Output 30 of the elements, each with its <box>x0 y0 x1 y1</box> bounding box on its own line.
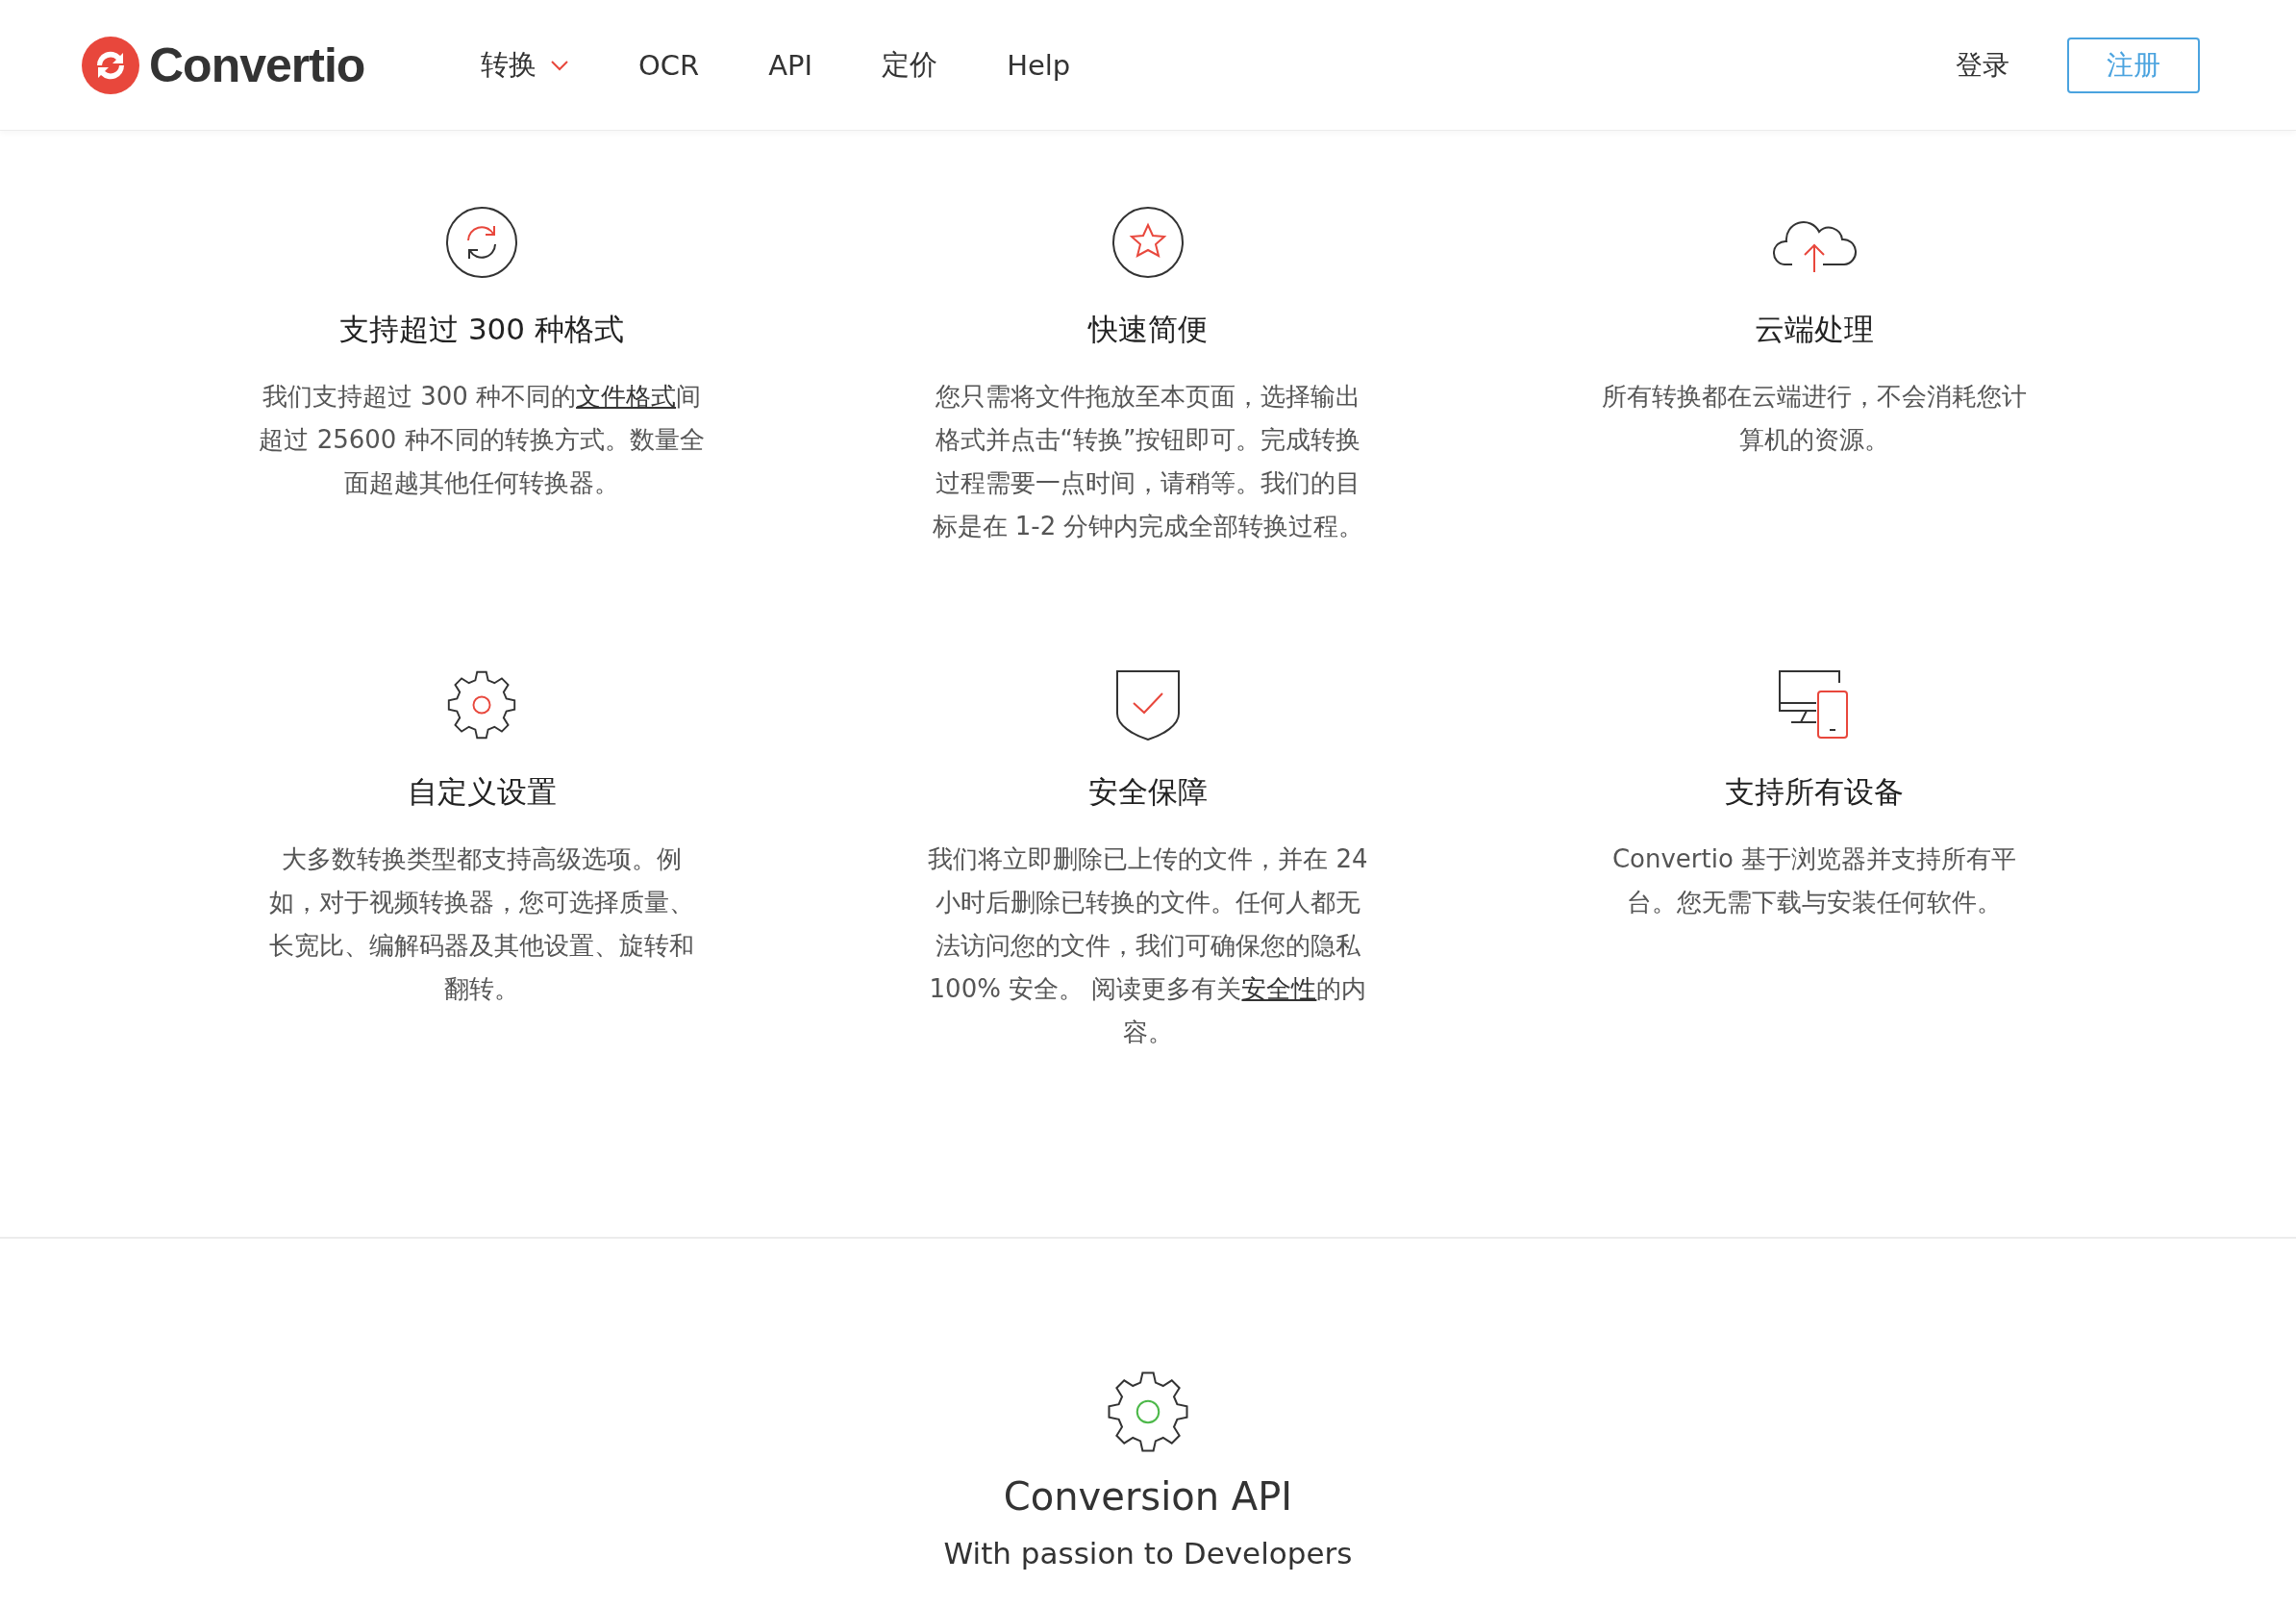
text-link[interactable]: 安全性 <box>1241 974 1317 1003</box>
text-link[interactable]: 文件格式 <box>576 382 677 411</box>
feature-title: 支持超过 300 种格式 <box>339 311 624 348</box>
nav-link[interactable]: Help <box>1007 48 1071 82</box>
logo-text[interactable]: Convertio <box>149 37 365 93</box>
nav-link[interactable]: 定价 <box>882 45 938 85</box>
feature-description: 我们支持超过 300 种不同的文件格式间超过 25600 种不同的转换方式。数量全面超越其他任何转换器。 <box>258 381 706 499</box>
gear-icon <box>1105 1369 1191 1455</box>
feature-title: 云端处理 <box>1755 311 1874 348</box>
shield-check-icon <box>1114 668 1182 741</box>
nav-link[interactable]: API <box>768 48 813 82</box>
section-subtitle: With passion to Developers <box>943 1536 1353 1570</box>
login-link[interactable]: 登录 <box>1956 46 2009 84</box>
feature-description: 大多数转换类型都支持高级选项。例如，对于视频转换器，您可选择质量、长宽比、编解码器及其他设置、旋转和翻转。 <box>268 843 695 1005</box>
nav-link[interactable]: OCR <box>638 48 700 82</box>
feature-title: 快速简便 <box>1088 311 1208 348</box>
feature-description: 您只需将文件拖放至本页面，选择输出格式并点击“转换”按钮即可。完成转换过程需要一点时间，请稍等。我们的目标是在 1-2 分钟内完成全部转换过程。 <box>931 381 1365 542</box>
caret-icon <box>550 59 569 71</box>
section-title: Conversion API <box>1003 1474 1293 1519</box>
logo-icon[interactable] <box>82 36 139 94</box>
feature-title: 安全保障 <box>1088 773 1208 811</box>
feature-description: 所有转换都在云端进行，不会消耗您计算机的资源。 <box>1601 381 2028 456</box>
feature-title: 自定义设置 <box>407 773 557 811</box>
devices-icon <box>1778 668 1851 741</box>
refresh-icon <box>445 206 518 279</box>
gear-icon <box>445 668 518 741</box>
nav-link[interactable]: 转换 <box>481 45 569 85</box>
feature-description: 我们将立即删除已上传的文件，并在 24 小时后删除已转换的文件。任何人都无法访问您的文件，我们可确保您的隐私 100% 安全。 阅读更多有关安全性的内容。 <box>927 843 1369 1048</box>
feature-title: 支持所有设备 <box>1725 773 1904 811</box>
feature-description: Convertio 基于浏览器并支持所有平台。您无需下载与安装任何软件。 <box>1610 843 2018 918</box>
